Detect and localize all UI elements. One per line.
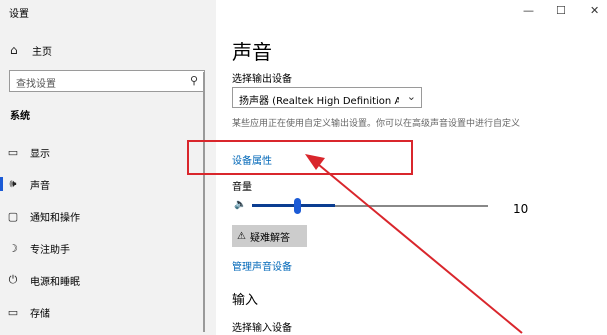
sidebar-item-label: 专注助手 — [30, 244, 70, 256]
power-icon: ⏻ — [8, 273, 18, 286]
sidebar-item-label: 通知和操作 — [30, 212, 80, 224]
custom-output-description: 某些应用正在使用自定义输出设置。你可以在高级声音设置中进行自定义 — [232, 119, 521, 129]
output-device-value: 扬声器 (Realtek High Definition Audi... — [239, 96, 399, 107]
input-section-title: 输入 — [232, 293, 259, 308]
chevron-down-icon: ⌄ — [406, 90, 416, 103]
volume-icon[interactable]: 🔈 — [234, 199, 246, 210]
sidebar-item-sound[interactable]: 🕪 声音 — [0, 175, 50, 193]
sidebar-scrollbar[interactable] — [203, 72, 205, 332]
storage-icon: ▭ — [7, 305, 19, 319]
sidebar-item-label: 存储 — [30, 308, 50, 320]
selection-indicator — [0, 177, 3, 191]
search-placeholder: 查找设置 — [16, 79, 56, 90]
search-input[interactable]: 查找设置 ⚲ — [9, 70, 205, 92]
output-device-label: 选择输出设备 — [232, 74, 292, 85]
page-title: 声音 — [232, 40, 272, 64]
maximize-button[interactable]: ☐ — [556, 4, 566, 17]
home-icon: ⌂ — [10, 43, 18, 57]
volume-slider[interactable] — [252, 198, 488, 214]
annotation-highlight-box — [187, 140, 413, 175]
display-icon: ▭ — [7, 145, 19, 159]
input-device-label: 选择输入设备 — [232, 323, 292, 334]
sidebar-item-home[interactable]: ⌂ 主页 — [10, 42, 52, 58]
minimize-button[interactable]: — — [523, 4, 534, 17]
sidebar-item-display[interactable]: ▭ 显示 — [0, 143, 50, 161]
output-device-dropdown[interactable]: 扬声器 (Realtek High Definition Audi... ⌄ — [232, 87, 422, 108]
window-title: 设置 — [9, 9, 29, 20]
sidebar-item-power[interactable]: ⏻ 电源和睡眠 — [0, 271, 80, 289]
volume-label: 音量 — [232, 182, 252, 193]
sidebar-item-storage[interactable]: ▭ 存储 — [0, 303, 50, 321]
volume-thumb[interactable] — [294, 198, 301, 214]
sidebar: 设置 ⌂ 主页 查找设置 ⚲ 系统 ▭ 显示 🕪 声音 ▢ 通知和操作 ☽ 专注… — [0, 0, 216, 335]
close-button[interactable]: ✕ — [590, 4, 599, 17]
warning-icon: ⚠ — [237, 230, 246, 242]
sidebar-item-label: 电源和睡眠 — [30, 276, 80, 288]
sidebar-item-notifications[interactable]: ▢ 通知和操作 — [0, 207, 80, 225]
troubleshoot-label: 疑难解答 — [249, 232, 290, 244]
troubleshoot-button[interactable]: ⚠ 疑难解答 — [232, 225, 307, 247]
section-title: 系统 — [10, 111, 30, 122]
search-icon[interactable]: ⚲ — [190, 74, 198, 87]
focus-assist-icon: ☽ — [8, 241, 18, 255]
volume-value: 10 — [513, 202, 529, 216]
home-label: 主页 — [32, 46, 52, 58]
notification-icon: ▢ — [7, 209, 19, 223]
speaker-icon: 🕪 — [9, 177, 17, 190]
sidebar-item-focus-assist[interactable]: ☽ 专注助手 — [0, 239, 70, 257]
sidebar-item-label: 显示 — [30, 148, 50, 160]
manage-sound-devices-link[interactable]: 管理声音设备 — [232, 258, 292, 273]
sidebar-item-label: 声音 — [30, 180, 50, 192]
